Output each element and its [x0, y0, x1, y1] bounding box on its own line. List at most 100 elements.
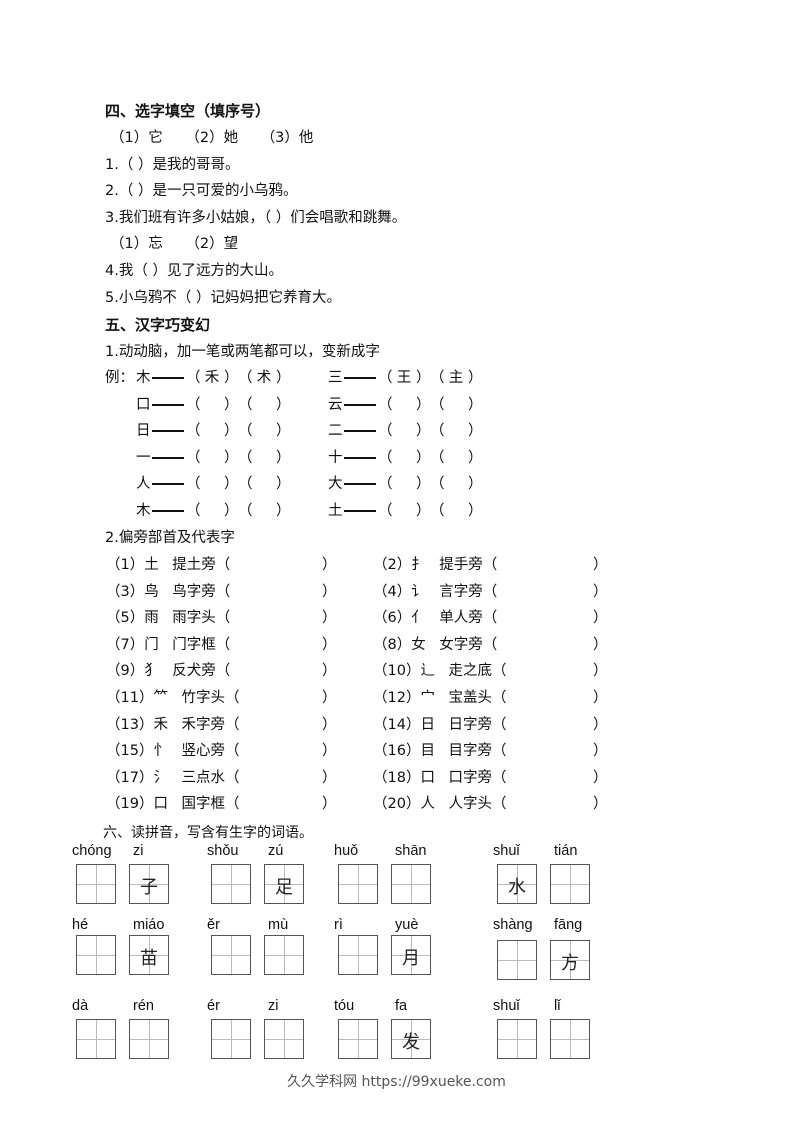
radical-name: 竖心旁（	[181, 743, 240, 760]
answer-blank[interactable]: （）	[238, 395, 291, 415]
radical-item[interactable]: （9）犭 反犬旁（ ）	[106, 661, 337, 681]
answer-blank[interactable]: （）	[186, 501, 239, 521]
answer-blank[interactable]: （）	[186, 421, 239, 441]
item-number: （20）	[373, 796, 421, 813]
question[interactable]: 5.小乌鸦不（ ）记妈妈把它养育大。	[105, 288, 341, 308]
radical-item[interactable]: （19）口 国字框（ ）	[106, 794, 337, 814]
paren-open: （	[378, 449, 393, 466]
radical-item[interactable]: （18）口 口字旁（ ）	[373, 768, 608, 788]
question[interactable]: 1.（ ）是我的哥哥。	[105, 155, 239, 175]
answer-blank[interactable]: （）	[238, 474, 291, 494]
answer-blank[interactable]: （主）	[430, 368, 483, 388]
dash-line	[344, 483, 376, 486]
radical-symbol: 口	[420, 769, 435, 786]
answer-blank[interactable]: （）	[378, 474, 431, 494]
radical-item[interactable]: （15）忄 竖心旁（ ）	[106, 741, 337, 761]
radical-item[interactable]: （11）⺮ 竹字头（ ）	[106, 688, 337, 708]
answer-blank[interactable]: （）	[186, 448, 239, 468]
radical-symbol: 亻	[411, 610, 426, 627]
radical-item[interactable]: （12）宀 宝盖头（ ）	[373, 688, 608, 708]
paren-open: （	[186, 396, 201, 413]
writing-grid-box[interactable]	[497, 1019, 537, 1059]
paren-close: ）	[322, 663, 337, 680]
writing-grid-box[interactable]: 足	[264, 864, 304, 904]
pinyin-label: zú	[268, 843, 284, 859]
radical-item[interactable]: （16）目 目字旁（ ）	[373, 741, 608, 761]
answer-blank[interactable]: （）	[186, 395, 239, 415]
radical-item[interactable]: （17）氵 三点水（ ）	[106, 768, 337, 788]
question[interactable]: 3.我们班有许多小姑娘，（ ）们会唱歌和跳舞。	[105, 208, 406, 228]
base-char: 二	[328, 423, 343, 440]
item-number: （1）	[106, 557, 145, 573]
answer-blank[interactable]: （术）	[238, 368, 291, 388]
writing-grid-box[interactable]: 苗	[129, 935, 169, 975]
radical-name: 国字框（	[181, 796, 240, 813]
writing-grid-box[interactable]	[211, 1019, 251, 1059]
transform-group-right: 云（）（）	[328, 395, 483, 415]
writing-grid-box[interactable]	[264, 1019, 304, 1059]
answer-blank[interactable]: （）	[238, 421, 291, 441]
writing-grid-box[interactable]	[338, 935, 378, 975]
writing-grid-box[interactable]	[211, 935, 251, 975]
answer-blank[interactable]: （）	[430, 474, 483, 494]
transform-group-right: 二 （）（）	[328, 421, 483, 441]
answer-blank[interactable]: （）	[238, 501, 291, 521]
answer-blank[interactable]: （）	[430, 501, 483, 521]
answer-blank[interactable]: （）	[430, 448, 483, 468]
section5-title: 五、汉字巧变幻	[105, 316, 211, 334]
item-number: （8）	[373, 636, 412, 653]
radical-item[interactable]: （8）女 女字旁（ ）	[373, 635, 608, 655]
radical-item[interactable]: （10）辶 走之底（ ）	[373, 661, 608, 681]
item-number: （3）	[106, 583, 145, 600]
writing-grid-box[interactable]	[391, 864, 431, 904]
item-number: （6）	[373, 610, 412, 627]
transform-group-right: 大（）（）	[328, 474, 483, 494]
writing-grid-box[interactable]	[211, 864, 251, 904]
writing-grid-box[interactable]: 水	[497, 864, 537, 904]
question[interactable]: 2.（ ）是一只可爱的小乌鸦。	[105, 181, 297, 201]
radical-item[interactable]: （7）门 门字框（ ）	[106, 635, 337, 655]
writing-grid-box[interactable]	[76, 1019, 116, 1059]
radical-symbol: 讠	[411, 583, 426, 600]
answer-blank[interactable]: （王）	[378, 368, 431, 388]
answer-blank[interactable]: （禾）	[186, 368, 239, 388]
writing-grid-box[interactable]	[264, 935, 304, 975]
radical-item[interactable]: （4）讠 言字旁（ ）	[373, 582, 608, 602]
writing-grid-box[interactable]	[550, 1019, 590, 1059]
answer-blank[interactable]: （）	[378, 395, 431, 415]
radical-item[interactable]: （2）扌 提手旁（ ）	[373, 555, 608, 575]
option: （1）它	[110, 130, 163, 146]
writing-grid-box[interactable]: 子	[129, 864, 169, 904]
writing-grid-box[interactable]: 方	[550, 940, 590, 980]
writing-grid-box[interactable]: 发	[391, 1019, 431, 1059]
answer-blank[interactable]: （）	[238, 448, 291, 468]
writing-grid-box[interactable]	[338, 1019, 378, 1059]
writing-grid-box[interactable]	[129, 1019, 169, 1059]
radical-item[interactable]: （5）雨 雨字头（ ）	[106, 608, 337, 628]
radical-item[interactable]: （20）人 人字头（ ）	[373, 794, 608, 814]
answer-blank[interactable]: （）	[378, 421, 431, 441]
radical-item[interactable]: （14）日 日字旁（ ）	[373, 715, 608, 735]
writing-grid-box[interactable]: 月	[391, 935, 431, 975]
dash-line	[152, 403, 184, 406]
radical-item[interactable]: （3）鸟 鸟字旁（ ）	[106, 582, 337, 602]
answer-blank[interactable]: （）	[378, 448, 431, 468]
answer-blank[interactable]: （）	[378, 501, 431, 521]
answer-blank[interactable]: （）	[430, 421, 483, 441]
radical-item[interactable]: （1）土 提土旁（ ）	[106, 555, 337, 575]
writing-grid-box[interactable]	[497, 940, 537, 980]
radical-name: 反犬旁（	[172, 663, 231, 680]
transform-group-left: 一（）（）	[136, 448, 291, 468]
base-char: 日	[136, 423, 151, 440]
answer-blank[interactable]: （）	[430, 395, 483, 415]
answer-blank[interactable]: （）	[186, 474, 239, 494]
question[interactable]: 4.我（ ）见了远方的大山。	[105, 261, 283, 281]
writing-grid-box[interactable]	[338, 864, 378, 904]
radical-item[interactable]: （6）亻 单人旁（ ）	[373, 608, 608, 628]
writing-grid-box[interactable]	[76, 935, 116, 975]
writing-grid-box[interactable]	[550, 864, 590, 904]
radical-name: 女字旁（	[439, 636, 498, 653]
radical-item[interactable]: （13）禾 禾字旁（ ）	[106, 715, 337, 735]
writing-grid-box[interactable]	[76, 864, 116, 904]
radical-name: 日字旁（	[448, 716, 507, 733]
